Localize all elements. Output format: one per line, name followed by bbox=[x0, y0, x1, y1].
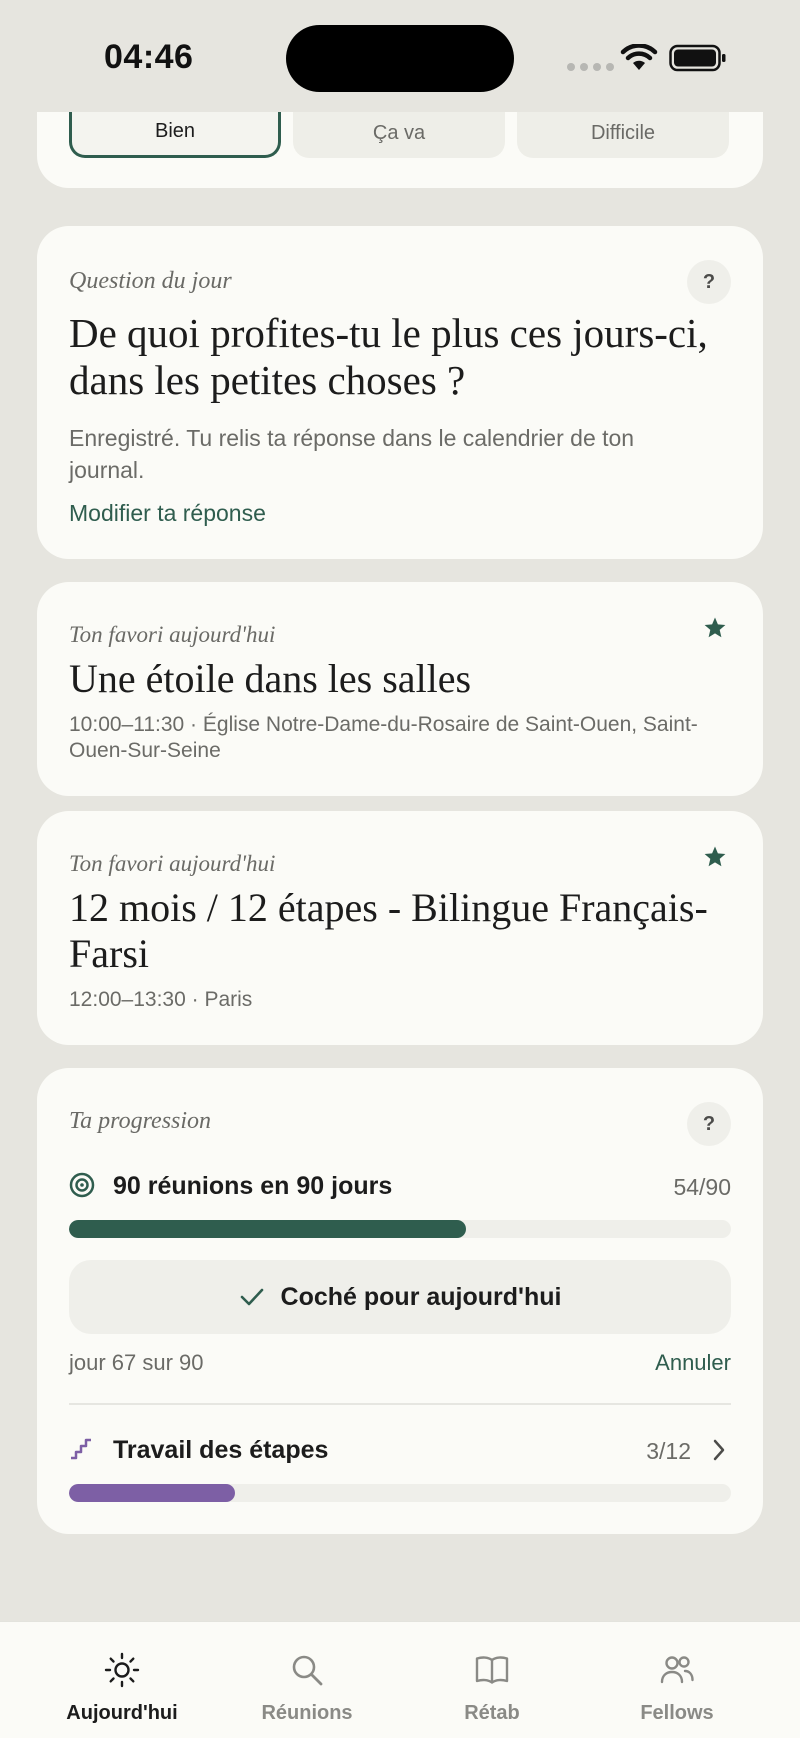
tab-label: Rétab bbox=[464, 1702, 520, 1724]
tab-fellows[interactable]: Fellows bbox=[577, 1622, 777, 1738]
checked-today-label: Coché pour aujourd'hui bbox=[280, 1282, 562, 1311]
favorite-meeting-card[interactable]: Ton favori aujourd'hui 12 mois / 12 étap… bbox=[37, 811, 763, 1045]
wifi-icon bbox=[620, 44, 658, 70]
checked-today-button[interactable]: Coché pour aujourd'hui bbox=[69, 1260, 731, 1334]
favorite-meta: 12:00–13:30 · Paris bbox=[69, 988, 253, 1011]
day-counter: jour 67 sur 90 bbox=[69, 1350, 204, 1375]
goal-count: 54/90 bbox=[673, 1174, 731, 1200]
question-card: Question du jour ? De quoi profites-tu l… bbox=[37, 226, 763, 559]
steps-row[interactable]: Travail des étapes 3/12 bbox=[69, 1434, 731, 1466]
star-icon[interactable] bbox=[703, 845, 727, 869]
target-icon bbox=[69, 1172, 95, 1198]
mood-selector: Bien Ça va Difficile bbox=[69, 108, 729, 158]
sun-icon bbox=[104, 1652, 140, 1688]
tab-reunions[interactable]: Réunions bbox=[207, 1622, 407, 1738]
tab-retab[interactable]: Rétab bbox=[392, 1622, 592, 1738]
question-help-button[interactable]: ? bbox=[687, 260, 731, 304]
question-eyebrow: Question du jour bbox=[69, 268, 232, 294]
dynamic-island bbox=[286, 25, 514, 92]
search-icon bbox=[292, 1655, 323, 1686]
tab-label: Aujourd'hui bbox=[66, 1702, 178, 1724]
cancel-link[interactable]: Annuler bbox=[655, 1350, 731, 1376]
status-time: 04:46 bbox=[104, 38, 194, 76]
question-text: De quoi profites-tu le plus ces jours-ci… bbox=[69, 310, 708, 403]
tab-label: Réunions bbox=[261, 1702, 353, 1724]
saved-note: Enregistré. Tu relis ta réponse dans le … bbox=[69, 425, 635, 483]
battery-icon bbox=[669, 44, 726, 72]
progress-card: Ta progression ? 90 réunions en 90 jours… bbox=[37, 1068, 763, 1534]
favorite-eyebrow: Ton favori aujourd'hui bbox=[69, 851, 276, 876]
mood-option-difficile[interactable]: Difficile bbox=[517, 108, 729, 158]
favorite-meta: 10:00–11:30 · Église Notre-Dame-du-Rosai… bbox=[69, 713, 698, 762]
status-bar: 04:46 bbox=[0, 0, 800, 112]
steps-count: 3/12 bbox=[646, 1438, 691, 1464]
goal-row: 90 réunions en 90 jours 54/90 bbox=[69, 1170, 731, 1202]
mood-option-bien[interactable]: Bien bbox=[69, 108, 281, 158]
stairs-icon bbox=[71, 1438, 91, 1460]
goal-progress-fill bbox=[69, 1220, 467, 1238]
tab-aujourdhui[interactable]: Aujourd'hui bbox=[22, 1622, 222, 1738]
progress-eyebrow: Ta progression bbox=[69, 1108, 212, 1134]
steps-progress-fill bbox=[69, 1484, 235, 1502]
book-icon bbox=[475, 1656, 509, 1684]
favorite-title: Une étoile dans les salles bbox=[69, 656, 472, 701]
divider bbox=[69, 1403, 731, 1405]
favorite-title: 12 mois / 12 étapes - Bilingue Français-… bbox=[69, 885, 708, 976]
tab-bar: Aujourd'hui Réunions Rétab Fellows bbox=[0, 1621, 800, 1738]
mood-option-ca-va[interactable]: Ça va bbox=[293, 108, 505, 158]
tab-label: Fellows bbox=[640, 1702, 714, 1724]
favorite-meeting-card[interactable]: Ton favori aujourd'hui Une étoile dans l… bbox=[37, 582, 763, 796]
checkmark-icon bbox=[240, 1288, 263, 1306]
star-icon[interactable] bbox=[703, 616, 727, 640]
chevron-right-icon bbox=[713, 1439, 725, 1461]
people-icon bbox=[660, 1656, 694, 1684]
favorite-eyebrow: Ton favori aujourd'hui bbox=[69, 622, 276, 647]
cellular-signal-icon bbox=[567, 63, 614, 71]
edit-answer-link[interactable]: Modifier ta réponse bbox=[69, 500, 266, 527]
goal-progress-bar bbox=[69, 1220, 731, 1238]
progress-help-button[interactable]: ? bbox=[687, 1102, 731, 1146]
steps-progress-bar bbox=[69, 1484, 731, 1502]
goal-label: 90 réunions en 90 jours bbox=[113, 1172, 393, 1200]
steps-label: Travail des étapes bbox=[113, 1436, 329, 1464]
